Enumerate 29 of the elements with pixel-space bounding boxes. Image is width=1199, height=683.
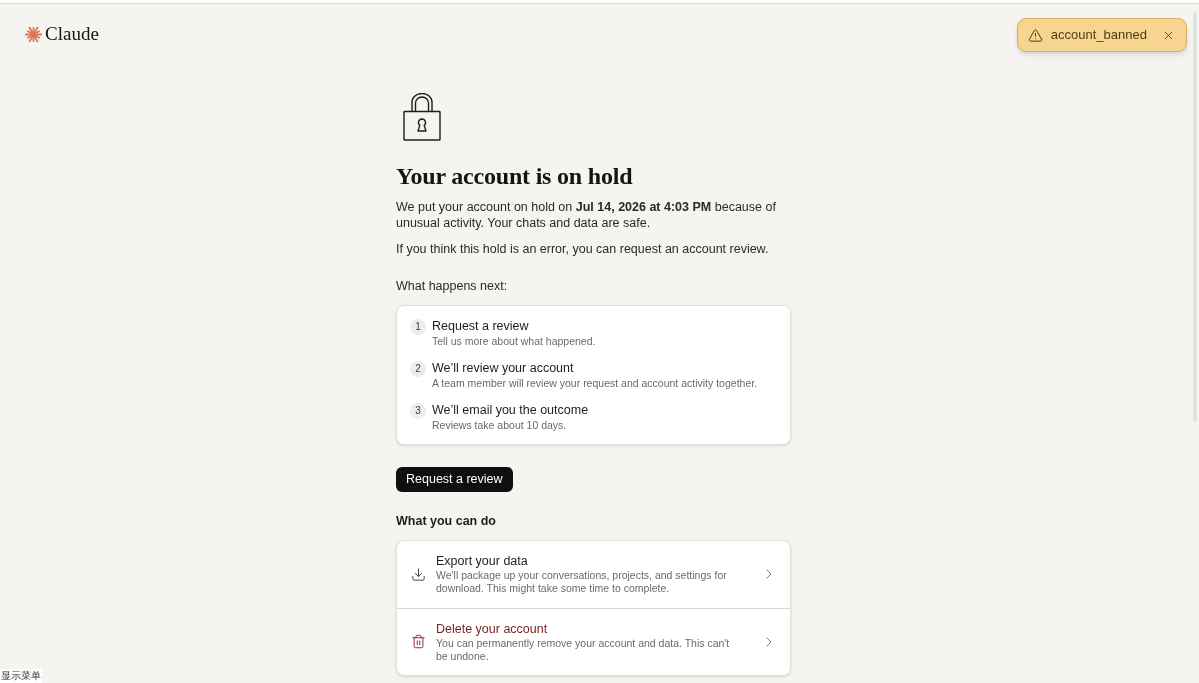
request-review-button[interactable]: Request a review	[396, 466, 513, 492]
review-note: If you think this hold is an error, you can request an account review.	[396, 241, 770, 257]
starburst-logo-icon	[25, 25, 42, 43]
step-number: 3	[410, 403, 426, 419]
step-description: Reviews take about 10 days.	[432, 418, 568, 432]
trash-icon	[411, 634, 426, 649]
action-description: We'll package up your conversations, projects, and settings for download. This might take some time to complete.	[436, 569, 728, 595]
step-title: Request a review	[432, 318, 530, 334]
toast-message: account_banned	[1050, 27, 1148, 43]
step-description: A team member will review your request and account activity together.	[432, 376, 758, 390]
logo-text: Claude	[45, 23, 99, 45]
step-number: 1	[410, 319, 426, 335]
section-heading: What happens next:	[396, 278, 509, 294]
step-number: 2	[410, 361, 426, 377]
hold-message: We put your account on hold on Jul 14, 2026 at 4:03 PM because of unusual activity. Your chats and data are safe.	[396, 199, 777, 231]
step-description: Tell us more about what happened.	[432, 334, 596, 348]
tooltip: 显示菜单	[0, 669, 42, 683]
page-title: Your account is on hold	[396, 162, 634, 190]
padlock-icon	[403, 93, 441, 141]
warning-icon	[1027, 27, 1043, 43]
step-title: We’ll review your account	[432, 360, 575, 376]
action-description: You can permanently remove your account and data. This can't be undone.	[436, 636, 731, 663]
section-heading: What you can do	[396, 512, 497, 529]
action-row[interactable]: Delete your account You can permanently remove your account and data. This can't be undone.	[397, 607, 790, 675]
download-icon	[411, 566, 426, 582]
action-row[interactable]: Export your data We'll package up your conversations, projects, and settings for download. This might take some time to complete.	[397, 540, 790, 608]
action-title: Delete your account	[436, 620, 549, 637]
step-title: We’ll email you the outcome	[432, 402, 589, 418]
action-title: Export your data	[436, 553, 529, 569]
